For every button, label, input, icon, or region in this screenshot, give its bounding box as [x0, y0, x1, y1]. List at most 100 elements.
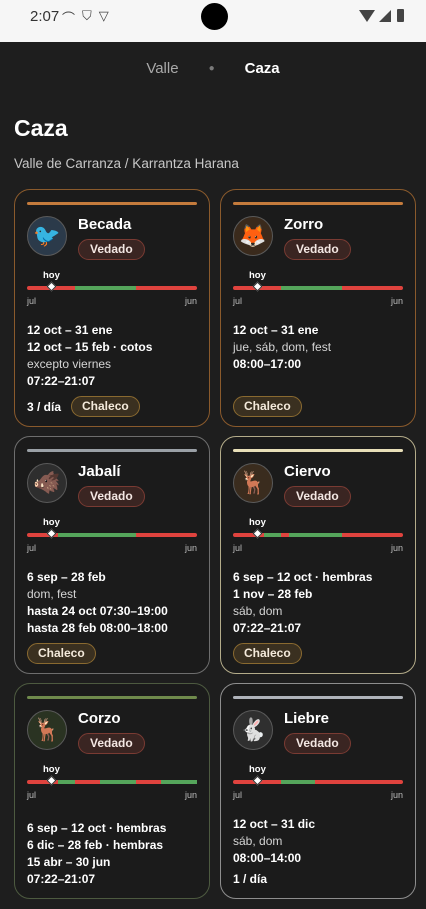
axis-end-label: jun	[184, 543, 197, 553]
season-details: 12 oct – 31 ene jue, sáb, dom, fest 08:0…	[233, 322, 407, 373]
today-label: hoy	[249, 517, 266, 528]
season-line: 12 oct – 31 dic	[233, 817, 316, 831]
status-badge: Vedado	[284, 733, 351, 754]
season-details: 6 sep – 12 oct · hembras 1 nov – 28 feb …	[233, 569, 407, 637]
season-line: 12 oct – 31 ene	[233, 323, 319, 337]
season-line: 08:00–14:00	[233, 851, 302, 865]
species-card-corzo[interactable]: 🦌 Corzo Vedado hoy jul jun 6 sep – 12 oc…	[14, 683, 210, 899]
season-bar	[233, 281, 403, 292]
season-line: 6 sep – 12 oct · hembras	[27, 821, 167, 835]
season-line: 6 dic – 28 feb · hembras	[27, 838, 164, 852]
tab-valle[interactable]: Valle	[142, 60, 182, 77]
season-open-segment	[57, 780, 75, 784]
deer-icon: 🦌	[233, 463, 273, 503]
axis-start-label: jul	[27, 790, 37, 800]
season-line: 07:22–21:07	[233, 621, 302, 635]
season-details: 6 sep – 12 oct · hembras 6 dic – 28 feb …	[27, 820, 201, 888]
season-open-segment	[289, 533, 342, 537]
top-tabs: Valle ● Caza	[0, 56, 426, 80]
season-line: 12 oct – 15 feb · cotos	[27, 340, 153, 354]
season-line: 15 abr – 30 jun	[27, 855, 111, 869]
card-footer: Chaleco	[233, 396, 302, 417]
card-footer: 1 / día	[233, 872, 267, 886]
season-bar	[27, 775, 197, 786]
status-badge: Vedado	[284, 239, 351, 260]
today-marker	[252, 281, 263, 292]
status-bar: 2:07 ⌒ ⛉ ▽	[0, 0, 426, 42]
axis-end-label: jun	[184, 296, 197, 306]
species-name: Becada	[78, 216, 132, 233]
season-open-segment	[263, 533, 281, 537]
bird-icon: 🐦	[27, 216, 67, 256]
season-open-segment	[280, 286, 342, 290]
roe-deer-icon: 🦌	[27, 710, 67, 750]
card-accent-line	[233, 202, 403, 205]
species-card-ciervo[interactable]: 🦌 Ciervo Vedado hoy jul jun 6 sep – 12 o…	[220, 436, 416, 674]
today-marker	[46, 281, 57, 292]
species-card-liebre[interactable]: 🐇 Liebre Vedado hoy jul jun 12 oct – 31 …	[220, 683, 416, 899]
today-marker	[46, 528, 57, 539]
season-bar	[233, 775, 403, 786]
tab-caza[interactable]: Caza	[241, 60, 284, 77]
status-system-icons	[359, 9, 404, 22]
card-accent-line	[27, 202, 197, 205]
daily-limit: 1 / día	[233, 872, 268, 886]
card-footer: 3 / día Chaleco	[27, 396, 140, 417]
daily-limit: 3 / día	[27, 399, 62, 414]
season-line: 07:22–21:07	[27, 872, 96, 886]
species-card-jabali[interactable]: 🐗 Jabalí Vedado hoy jul jun 6 sep – 28 f…	[14, 436, 210, 674]
season-details: 12 oct – 31 ene 12 oct – 15 feb · cotos …	[27, 322, 201, 390]
season-line: 6 sep – 12 oct · hembras	[233, 570, 373, 584]
shield-icon: ⛉	[82, 8, 92, 23]
axis-end-label: jun	[390, 790, 403, 800]
season-line: excepto viernes	[27, 357, 112, 371]
season-line: hasta 28 feb 08:00–18:00	[27, 621, 168, 635]
battery-icon	[397, 9, 404, 22]
today-label: hoy	[43, 270, 60, 281]
season-line: 12 oct – 31 ene	[27, 323, 113, 337]
status-badge: Vedado	[78, 486, 145, 507]
season-line: sáb, dom	[233, 604, 283, 618]
status-badge: Vedado	[284, 486, 351, 507]
season-bar	[233, 528, 403, 539]
species-name: Ciervo	[284, 463, 331, 480]
season-bar	[27, 528, 197, 539]
season-open-segment	[161, 780, 197, 784]
season-line: 1 nov – 28 feb	[233, 587, 313, 601]
season-line: sáb, dom	[233, 834, 283, 848]
season-open-segment	[100, 780, 136, 784]
axis-end-label: jun	[390, 296, 403, 306]
camera-cutout	[201, 3, 228, 30]
axis-start-label: jul	[233, 296, 243, 306]
species-name: Jabalí	[78, 463, 121, 480]
status-badge: Vedado	[78, 733, 145, 754]
page-title: Caza	[14, 115, 68, 141]
axis-end-label: jun	[184, 790, 197, 800]
hotspot-icon: ⌒	[62, 11, 76, 26]
species-name: Zorro	[284, 216, 324, 233]
season-line: dom, fest	[27, 587, 77, 601]
species-card-becada[interactable]: 🐦 Becada Vedado hoy jul jun 12 oct – 31 …	[14, 189, 210, 427]
boar-icon: 🐗	[27, 463, 67, 503]
axis-start-label: jul	[27, 296, 37, 306]
signal-icon	[379, 9, 391, 22]
vest-badge: Chaleco	[233, 643, 302, 664]
vest-badge: Chaleco	[27, 643, 96, 664]
card-accent-line	[233, 449, 403, 452]
wifi-icon	[359, 9, 375, 22]
fox-icon: 🦊	[233, 216, 273, 256]
today-label: hoy	[43, 517, 60, 528]
axis-end-label: jun	[390, 543, 403, 553]
card-accent-line	[27, 696, 197, 699]
season-open-segment	[280, 780, 315, 784]
species-name: Corzo	[78, 710, 121, 727]
today-label: hoy	[43, 764, 60, 775]
species-card-zorro[interactable]: 🦊 Zorro Vedado hoy jul jun 12 oct – 31 e…	[220, 189, 416, 427]
season-line: hasta 24 oct 07:30–19:00	[27, 604, 168, 618]
today-marker	[46, 775, 57, 786]
season-details: 6 sep – 28 feb dom, fest hasta 24 oct 07…	[27, 569, 201, 637]
axis-start-label: jul	[233, 543, 243, 553]
today-marker	[252, 775, 263, 786]
card-footer: Chaleco	[27, 643, 96, 664]
season-bar	[27, 281, 197, 292]
